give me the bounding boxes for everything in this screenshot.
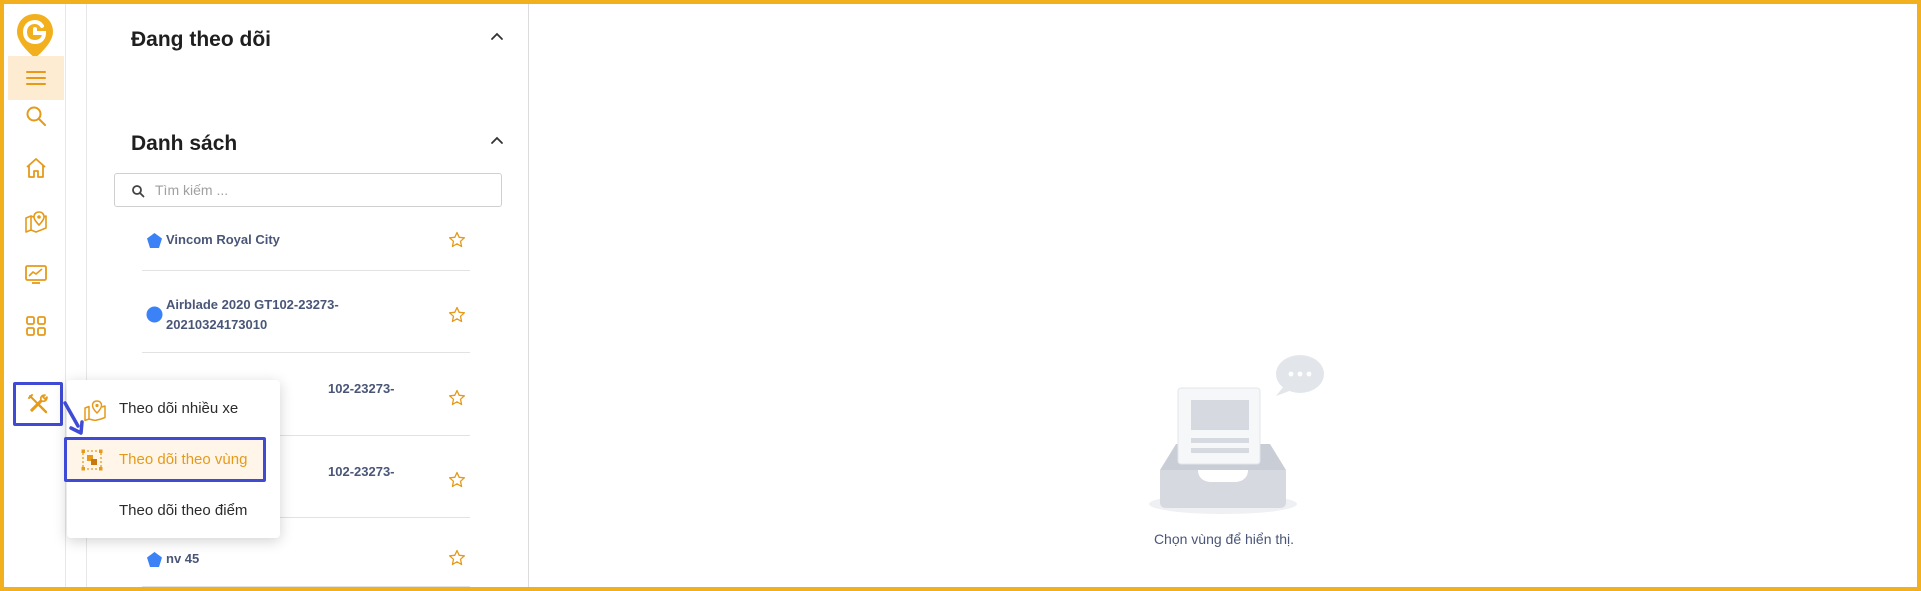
empty-inbox-illustration	[1149, 355, 1324, 514]
search-icon	[26, 106, 46, 126]
rail-search-button[interactable]	[8, 94, 64, 138]
icon-rail	[4, 4, 66, 587]
empty-state-message: Chọn vùng để hiển thị.	[1153, 531, 1295, 547]
list-item-name: Airblade 2020 GT102-23273-20210324173010	[166, 297, 339, 332]
menu-item-label: Theo dõi theo vùng	[119, 451, 248, 468]
star-icon[interactable]	[448, 306, 466, 324]
menu-item-track-multiple-vehicles[interactable]: Theo dõi nhiều xe	[67, 386, 280, 432]
list-item[interactable]: Vincom Royal City	[142, 216, 470, 271]
menu-item-label: Theo dõi nhiều xe	[119, 400, 239, 417]
star-icon[interactable]	[448, 471, 466, 489]
list-item-name: 102-23273-	[328, 381, 395, 396]
list-item-name: 102-23273-	[328, 464, 395, 479]
circle-shape-icon	[146, 306, 163, 323]
search-icon	[132, 185, 145, 198]
logo[interactable]	[15, 12, 55, 60]
list-item-name: nv 45	[166, 551, 200, 566]
search-input[interactable]	[155, 179, 485, 201]
rail-map-button[interactable]	[8, 199, 64, 243]
menu-item-label: Theo dõi theo điểm	[119, 502, 248, 519]
home-icon	[26, 158, 46, 178]
chevron-up-icon[interactable]	[488, 28, 506, 46]
map-pin-icon	[25, 211, 47, 233]
pentagon-shape-icon	[147, 233, 162, 248]
menu-item-track-by-zone[interactable]: Theo dõi theo vùng	[64, 437, 266, 482]
chevron-up-icon[interactable]	[488, 132, 506, 150]
rail-home-button[interactable]	[8, 146, 64, 190]
search-box[interactable]	[114, 173, 502, 207]
menu-item-track-by-point[interactable]: Theo dõi theo điểm	[67, 488, 280, 534]
list-section-title: Danh sách	[131, 132, 238, 155]
star-icon[interactable]	[448, 231, 466, 249]
zone-select-icon	[81, 449, 103, 471]
star-icon[interactable]	[448, 549, 466, 567]
following-section-title: Đang theo dõi	[131, 28, 271, 51]
tools-icon	[28, 394, 48, 414]
logo-icon	[17, 14, 53, 58]
pointer-arrow-icon	[63, 401, 84, 435]
monitor-chart-icon	[25, 265, 47, 284]
rail-monitor-button[interactable]	[8, 252, 64, 296]
menu-icon	[26, 71, 46, 85]
rail-apps-button[interactable]	[8, 304, 64, 348]
pentagon-shape-icon	[147, 552, 162, 567]
list-item-name: Vincom Royal City	[166, 232, 280, 247]
apps-grid-icon	[26, 316, 46, 336]
rail-tools-button[interactable]	[13, 382, 63, 426]
star-icon[interactable]	[448, 389, 466, 407]
tools-dropdown-menu: Theo dõi nhiều xe Theo dõi theo vùng The…	[64, 380, 280, 538]
list-item[interactable]: Airblade 2020 GT102-23273-20210324173010	[142, 271, 470, 353]
